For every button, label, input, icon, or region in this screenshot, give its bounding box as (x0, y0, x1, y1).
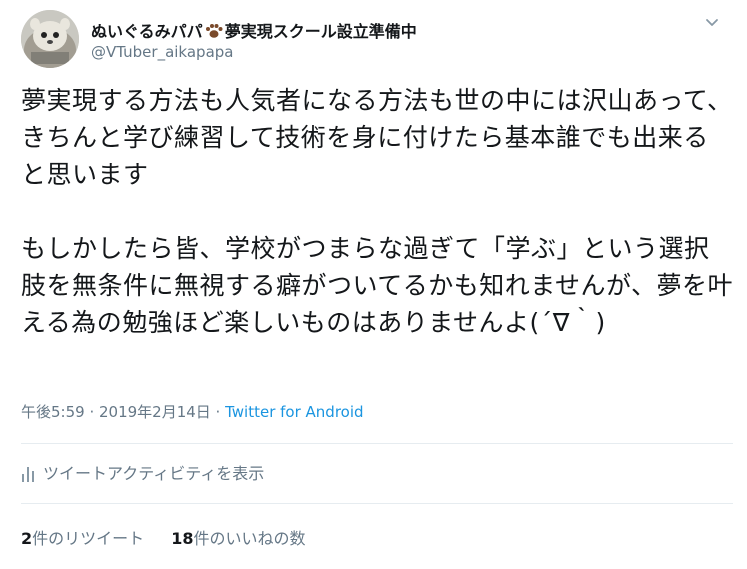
display-name[interactable]: ぬいぐるみパパ 夢実現スクール設立準備中 (91, 18, 417, 43)
tweet-paragraph-2: もしかしたら皆、学校がつまらな過ぎて「学ぶ」という選択肢を無条件に無視する癖がつ… (21, 234, 734, 337)
display-name-text: ぬいぐるみパパ (91, 22, 203, 41)
tweet-timestamp[interactable]: 午後5:59 · 2019年2月14日 · (21, 403, 225, 421)
like-count-number: 18 (171, 529, 194, 548)
retweet-count-number: 2 (21, 529, 33, 548)
paw-icon (205, 23, 223, 43)
tweet-header: ぬいぐるみパパ 夢実現スクール設立準備中 @VTuber_aikapapa (21, 10, 726, 70)
user-handle[interactable]: @VTuber_aikapapa (91, 43, 233, 61)
divider (21, 443, 733, 444)
divider (21, 503, 733, 504)
tweet-meta: 午後5:59 · 2019年2月14日 · Twitter for Androi… (21, 401, 364, 422)
retweet-count-label: 件のリツイート (32, 529, 145, 548)
plush-avatar-image (21, 10, 79, 68)
tweet-activity-link[interactable]: ツイートアクティビティを表示 (21, 460, 264, 484)
like-count[interactable]: 18件のいいねの数 (171, 525, 305, 549)
retweet-count[interactable]: 2件のリツイート (21, 525, 144, 549)
tweet-paragraph-1: 夢実現する方法も人気者になる方法も世の中には沢山あって、きちんと学び練習して技術… (21, 86, 733, 189)
tweet-stats: 2件のリツイート 18件のいいねの数 (21, 525, 306, 549)
like-count-label: 件のいいねの数 (193, 529, 306, 548)
avatar[interactable] (21, 10, 79, 68)
chevron-down-icon[interactable] (704, 14, 720, 30)
tweet-source-link[interactable]: Twitter for Android (225, 403, 363, 421)
activity-bar-chart-icon (22, 467, 34, 482)
tweet-activity-label: ツイートアクティビティを表示 (43, 464, 265, 483)
tweet-text: 夢実現する方法も人気者になる方法も世の中には沢山あって、きちんと学び練習して技術… (21, 82, 733, 341)
display-name-suffix: 夢実現スクール設立準備中 (224, 22, 417, 41)
